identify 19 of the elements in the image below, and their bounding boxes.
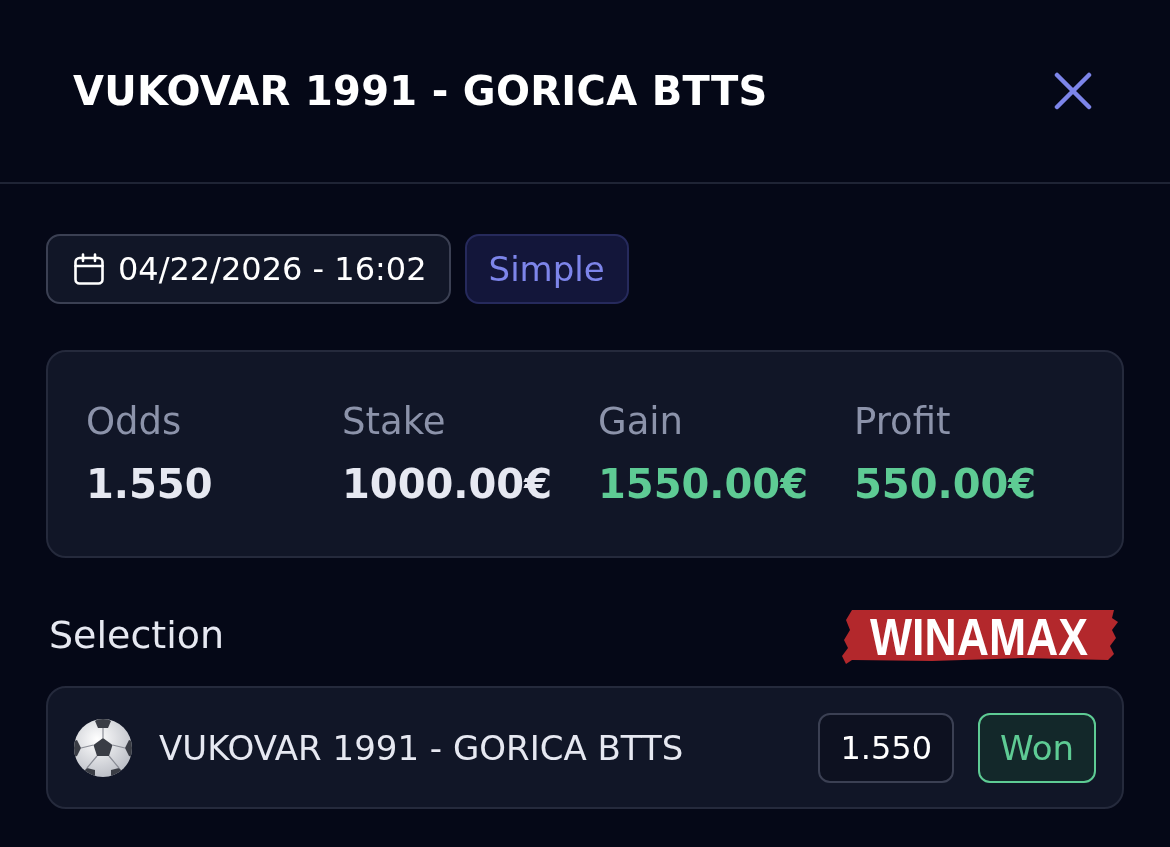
result-badge: Won — [978, 712, 1096, 783]
soccer-ball-icon — [73, 717, 133, 778]
section-heading: Selection — [49, 613, 225, 657]
stat-label: Stake — [342, 399, 447, 445]
stat-value: 1000.00€ — [342, 460, 554, 509]
close-button[interactable] — [1054, 72, 1092, 110]
stat-label: Profit — [854, 399, 952, 445]
date-text: 04/22/2026 - 16:02 — [118, 250, 427, 288]
calendar-icon — [74, 253, 104, 285]
bet-type-badge: Simple — [464, 234, 629, 304]
stat-value: 1550.00€ — [598, 460, 810, 509]
selection-name: VUKOVAR 1991 - GORICA BTTS — [159, 727, 685, 768]
stat-value: 1.550 — [86, 460, 214, 509]
stat-label: Odds — [86, 399, 183, 445]
odds-badge: 1.550 — [818, 712, 954, 783]
close-icon — [1054, 72, 1092, 110]
stat-label: Gain — [598, 399, 685, 445]
stat-value: 550.00€ — [854, 460, 1038, 509]
sheet-title: VUKOVAR 1991 - GORICA BTTS — [73, 68, 768, 114]
